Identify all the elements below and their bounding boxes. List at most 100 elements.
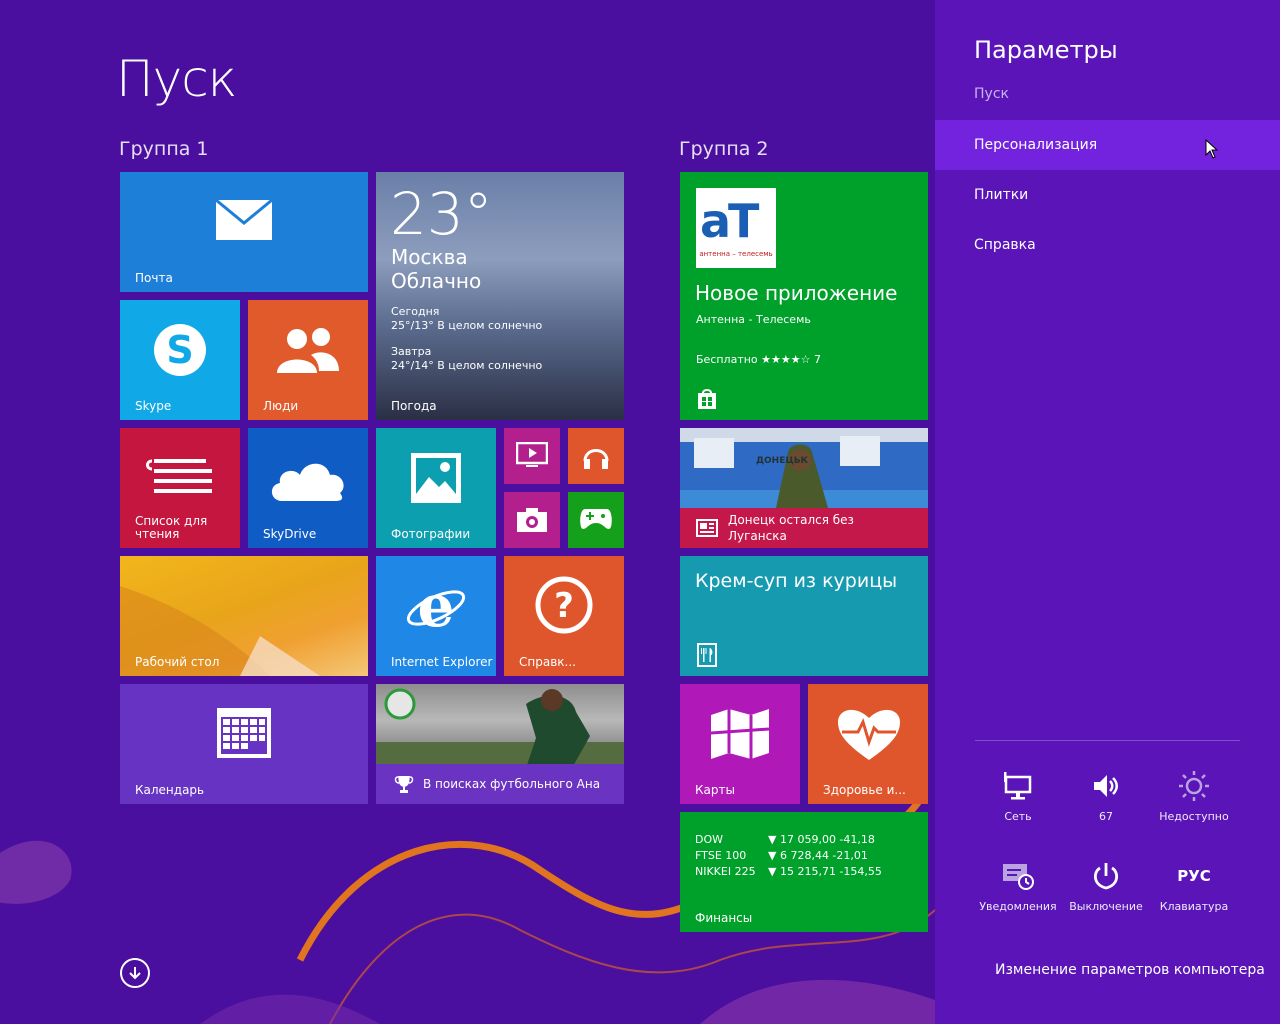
charm-item-tiles[interactable]: Плитки [935, 170, 1280, 220]
health-tile[interactable]: Здоровье и... [808, 684, 928, 804]
people-icon [273, 322, 343, 377]
finance-row: DOW ▼ 17 059,00 -41,18 [695, 832, 882, 848]
games-tile[interactable] [568, 492, 624, 548]
keyboard-label: Клавиатура [1159, 900, 1229, 913]
charm-item-personalization[interactable]: Персонализация [935, 120, 1280, 170]
people-label: Люди [263, 399, 299, 413]
gamepad-icon [579, 506, 613, 532]
brightness-sun-icon [1178, 766, 1210, 806]
camera-tile[interactable] [504, 492, 560, 548]
skype-label: Skype [135, 399, 172, 413]
finance-index-name: DOW [695, 833, 724, 846]
help-tile[interactable]: ? Справк... [504, 556, 624, 676]
charm-item-label: Персонализация [974, 137, 1098, 153]
skype-tile[interactable]: S Skype [120, 300, 240, 420]
charm-divider [975, 740, 1240, 741]
people-tile[interactable]: Люди [248, 300, 368, 420]
charm-item-help[interactable]: Справка [935, 220, 1280, 270]
video-icon [516, 442, 548, 468]
internet-explorer-tile[interactable]: e Internet Explorer [376, 556, 496, 676]
finance-index-value: ▼ 17 059,00 -41,18 [768, 833, 875, 846]
news-tile[interactable]: ДОНЕЦЬК Донецк остался без Луганска [680, 428, 928, 548]
mail-icon [214, 198, 274, 242]
weather-today: Сегодня 25°/13° В целом солнечно [391, 305, 542, 333]
photos-tile[interactable]: Фотографии [376, 428, 496, 548]
store-bag-icon [696, 388, 718, 410]
power-button[interactable]: Выключение [1062, 856, 1150, 913]
arrow-down-icon [129, 967, 141, 980]
heart-icon [836, 706, 902, 762]
svg-text:e: e [418, 574, 455, 638]
store-tile[interactable]: aT антенна – телесемь Новое приложение А… [680, 172, 928, 420]
photos-label: Фотографии [391, 527, 471, 541]
map-icon [708, 706, 772, 762]
antenna-logo-subtext: антенна – телесемь [699, 250, 773, 258]
power-label: Выключение [1069, 900, 1143, 913]
volume-button[interactable]: 67 [1062, 766, 1150, 823]
antenna-app-logo: aT антенна – телесемь [696, 188, 776, 268]
sports-tile[interactable]: В поисках футбольного Ана [376, 684, 624, 804]
brightness-button[interactable]: Недоступно [1150, 766, 1238, 823]
power-icon [1091, 856, 1121, 896]
internet-explorer-icon: e [404, 574, 468, 638]
antenna-logo-text: aT [700, 194, 759, 248]
mail-tile[interactable]: Почта [120, 172, 368, 292]
finance-tile[interactable]: DOW ▼ 17 059,00 -41,18 FTSE 100 ▼ 6 728,44… [680, 812, 928, 932]
notifications-label: Уведомления [979, 900, 1057, 913]
food-tile[interactable]: Крем-суп из курицы [680, 556, 928, 676]
weather-label: Погода [391, 399, 437, 413]
video-tile[interactable] [504, 428, 560, 484]
weather-location: Москва Облачно [391, 245, 481, 293]
charm-item-label: Плитки [974, 187, 1029, 203]
charm-item-label: Справка [974, 237, 1036, 253]
help-label: Справк... [519, 655, 576, 669]
football-photo [376, 688, 624, 768]
group-2-title[interactable]: Группа 2 [679, 138, 769, 160]
finance-index-name: NIKKEI 225 [695, 865, 756, 878]
finance-row: FTSE 100 ▼ 6 728,44 -21,01 [695, 848, 882, 864]
weather-tile[interactable]: 23° Москва Облачно Сегодня 25°/13° В цел… [376, 172, 624, 420]
change-pc-settings-link[interactable]: Изменение параметров компьютера [995, 962, 1265, 978]
reading-list-tile[interactable]: Список для чтения [120, 428, 240, 548]
store-title: Новое приложение [695, 281, 898, 305]
finance-index-value: ▼ 6 728,44 -21,01 [768, 849, 868, 862]
reading-list-icon [145, 454, 213, 500]
health-label: Здоровье и... [823, 783, 906, 797]
mail-label: Почта [135, 271, 173, 285]
internet-explorer-label: Internet Explorer [391, 655, 493, 669]
cloud-icon [268, 452, 348, 504]
news-caption-bar: Донецк остался без Луганска [680, 508, 928, 548]
news-headline-line2: Луганска [728, 529, 787, 543]
network-button[interactable]: Сеть [974, 766, 1062, 823]
svg-text:S: S [166, 328, 193, 372]
music-tile[interactable] [568, 428, 624, 484]
reading-list-label: Список для чтения [135, 514, 208, 541]
all-apps-down-arrow-button[interactable] [120, 958, 150, 988]
weather-temperature: 23° [390, 180, 493, 248]
calendar-label: Календарь [135, 783, 205, 797]
finance-index-value: ▼ 15 215,71 -154,55 [768, 865, 882, 878]
store-price-rating: Бесплатно ★★★★☆ 7 [696, 353, 821, 366]
skype-icon: S [150, 320, 210, 380]
maps-tile[interactable]: Карты [680, 684, 800, 804]
weather-tomorrow: Завтра 24°/14° В целом солнечно [391, 345, 542, 373]
sports-headline: В поисках футбольного Ана [423, 777, 601, 791]
finance-index-name: FTSE 100 [695, 849, 747, 862]
newspaper-icon [696, 518, 718, 538]
svg-text:?: ? [554, 586, 574, 626]
calendar-tile[interactable]: Календарь [120, 684, 368, 804]
desktop-tile[interactable]: Рабочий стол [120, 556, 368, 676]
news-photo [680, 428, 928, 508]
trophy-icon [394, 774, 414, 794]
skydrive-tile[interactable]: SkyDrive [248, 428, 368, 548]
news-photo-sign: ДОНЕЦЬК [756, 456, 808, 466]
weather-tomorrow-forecast: 24°/14° В целом солнечно [391, 359, 543, 372]
camera-icon [516, 506, 548, 534]
group-1-title[interactable]: Группа 1 [119, 138, 209, 160]
weather-today-label: Сегодня [391, 305, 440, 318]
notifications-button[interactable]: Уведомления [974, 856, 1062, 913]
keyboard-button[interactable]: РУС Клавиатура [1150, 856, 1238, 913]
headphones-icon [581, 441, 611, 471]
keyboard-language-glyph: РУС [1177, 867, 1211, 885]
question-icon: ? [535, 576, 593, 634]
